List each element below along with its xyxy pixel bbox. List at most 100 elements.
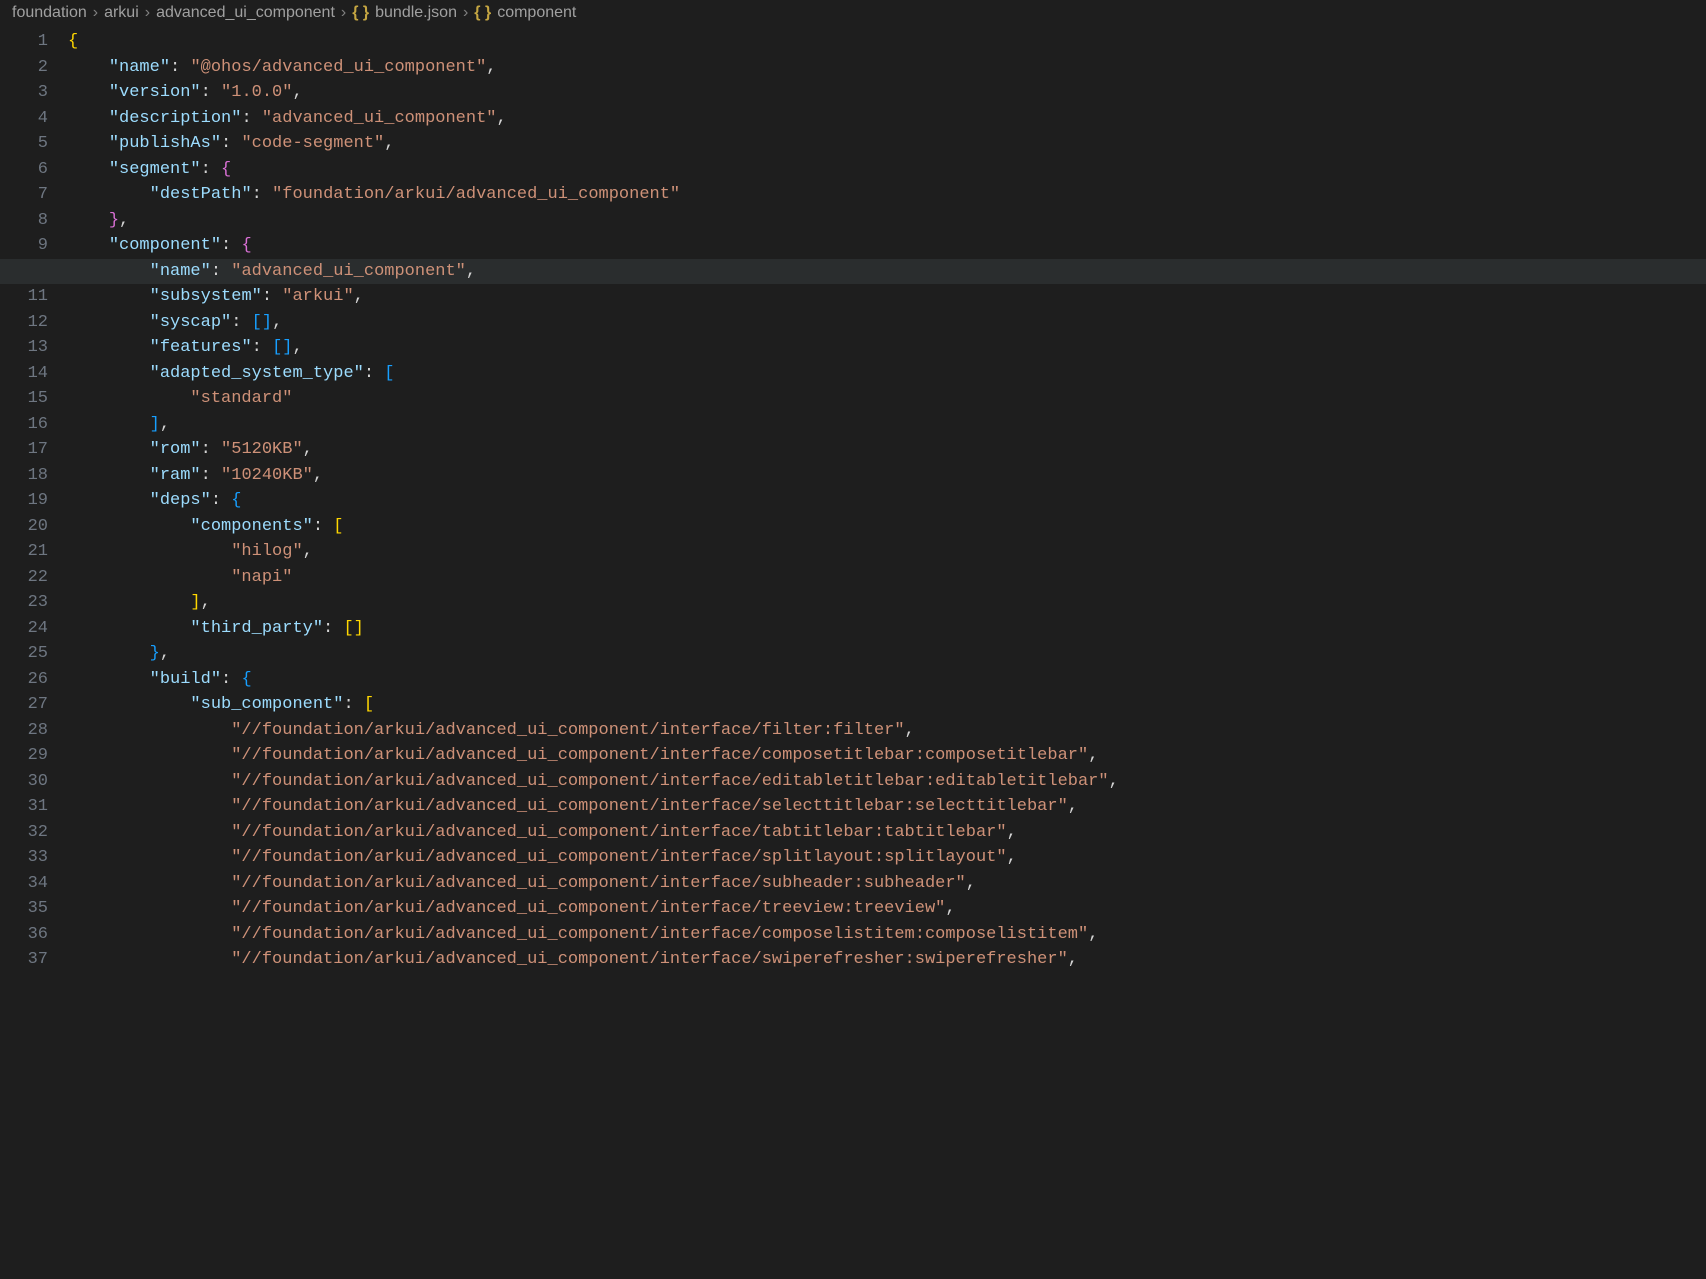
code-line[interactable]: "rom": "5120KB", — [68, 437, 1706, 463]
code-line[interactable]: "//foundation/arkui/advanced_ui_componen… — [68, 769, 1706, 795]
token: , — [1007, 823, 1017, 842]
token: } — [150, 644, 160, 663]
token: "name" — [109, 58, 170, 77]
token: , — [945, 899, 955, 918]
line-number: 3 — [0, 80, 48, 106]
line-gutter: 1234567891011121314151617181920212223242… — [0, 26, 68, 1279]
token: { — [241, 670, 251, 689]
code-line[interactable]: "third_party": [] — [68, 616, 1706, 642]
line-number: 18 — [0, 463, 48, 489]
line-number: 26 — [0, 667, 48, 693]
token: , — [384, 134, 394, 153]
code-line[interactable]: }, — [68, 208, 1706, 234]
token: , — [160, 644, 170, 663]
code-line[interactable]: "ram": "10240KB", — [68, 463, 1706, 489]
token: , — [486, 58, 496, 77]
code-line[interactable]: "//foundation/arkui/advanced_ui_componen… — [68, 820, 1706, 846]
code-line[interactable]: "napi" — [68, 565, 1706, 591]
token: : — [211, 262, 231, 281]
token: "description" — [109, 109, 242, 128]
line-number: 23 — [0, 590, 48, 616]
code-line[interactable]: ], — [68, 590, 1706, 616]
token: "name" — [150, 262, 211, 281]
code-line[interactable]: "//foundation/arkui/advanced_ui_componen… — [68, 922, 1706, 948]
code-line[interactable]: "subsystem": "arkui", — [68, 284, 1706, 310]
code-line[interactable]: "standard" — [68, 386, 1706, 412]
code-area[interactable]: { "name": "@ohos/advanced_ui_component",… — [68, 26, 1706, 1279]
line-number: 1 — [0, 29, 48, 55]
breadcrumb-segment[interactable]: foundation — [12, 4, 87, 22]
token: "//foundation/arkui/advanced_ui_componen… — [231, 823, 1006, 842]
code-line[interactable]: "deps": { — [68, 488, 1706, 514]
token: "arkui" — [282, 287, 353, 306]
token: : — [262, 287, 282, 306]
line-number: 20 — [0, 514, 48, 540]
breadcrumb-symbol[interactable]: component — [497, 4, 576, 22]
token: , — [466, 262, 476, 281]
token: : — [241, 109, 261, 128]
code-line[interactable]: "build": { — [68, 667, 1706, 693]
code-line[interactable]: "//foundation/arkui/advanced_ui_componen… — [68, 743, 1706, 769]
token: "foundation/arkui/advanced_ui_component" — [272, 185, 680, 204]
token: "standard" — [190, 389, 292, 408]
token: "//foundation/arkui/advanced_ui_componen… — [231, 899, 945, 918]
line-number: 4 — [0, 106, 48, 132]
token: , — [201, 593, 211, 612]
line-number: 33 — [0, 845, 48, 871]
breadcrumb-file[interactable]: bundle.json — [375, 4, 457, 22]
token: "//foundation/arkui/advanced_ui_componen… — [231, 746, 1088, 765]
code-line[interactable]: "version": "1.0.0", — [68, 80, 1706, 106]
token: "segment" — [109, 160, 201, 179]
token: ] — [150, 415, 160, 434]
line-number: 32 — [0, 820, 48, 846]
editor[interactable]: 1234567891011121314151617181920212223242… — [0, 26, 1706, 1279]
token: "//foundation/arkui/advanced_ui_componen… — [231, 950, 1068, 969]
code-line[interactable]: "syscap": [], — [68, 310, 1706, 336]
code-line[interactable]: "hilog", — [68, 539, 1706, 565]
code-line[interactable]: "destPath": "foundation/arkui/advanced_u… — [68, 182, 1706, 208]
token: , — [1088, 746, 1098, 765]
code-line[interactable]: "name": "advanced_ui_component", — [68, 259, 1706, 285]
line-number: 27 — [0, 692, 48, 718]
token: , — [496, 109, 506, 128]
token: "features" — [150, 338, 252, 357]
code-line[interactable]: "//foundation/arkui/advanced_ui_componen… — [68, 718, 1706, 744]
breadcrumb[interactable]: foundation › arkui › advanced_ui_compone… — [0, 0, 1706, 26]
code-line[interactable]: "component": { — [68, 233, 1706, 259]
code-line[interactable]: "name": "@ohos/advanced_ui_component", — [68, 55, 1706, 81]
code-line[interactable]: "//foundation/arkui/advanced_ui_componen… — [68, 896, 1706, 922]
code-line[interactable]: ], — [68, 412, 1706, 438]
code-line[interactable]: { — [68, 29, 1706, 55]
token: "deps" — [150, 491, 211, 510]
code-line[interactable]: "publishAs": "code-segment", — [68, 131, 1706, 157]
token: ] — [190, 593, 200, 612]
token: "version" — [109, 83, 201, 102]
code-line[interactable]: "segment": { — [68, 157, 1706, 183]
code-line[interactable]: }, — [68, 641, 1706, 667]
token: : — [252, 185, 272, 204]
line-number: 31 — [0, 794, 48, 820]
code-line[interactable]: "adapted_system_type": [ — [68, 361, 1706, 387]
line-number: 19 — [0, 488, 48, 514]
token: [ — [384, 364, 394, 383]
token: "syscap" — [150, 313, 232, 332]
token: } — [109, 211, 119, 230]
token: "//foundation/arkui/advanced_ui_componen… — [231, 925, 1088, 944]
code-line[interactable]: "components": [ — [68, 514, 1706, 540]
breadcrumb-segment[interactable]: advanced_ui_component — [156, 4, 335, 22]
breadcrumb-segment[interactable]: arkui — [104, 4, 139, 22]
code-line[interactable]: "features": [], — [68, 335, 1706, 361]
token: "code-segment" — [241, 134, 384, 153]
code-line[interactable]: "//foundation/arkui/advanced_ui_componen… — [68, 794, 1706, 820]
code-line[interactable]: "//foundation/arkui/advanced_ui_componen… — [68, 845, 1706, 871]
breadcrumb-separator: › — [145, 4, 150, 22]
code-line[interactable]: "//foundation/arkui/advanced_ui_componen… — [68, 871, 1706, 897]
code-line[interactable]: "sub_component": [ — [68, 692, 1706, 718]
line-number: 25 — [0, 641, 48, 667]
code-line[interactable]: "//foundation/arkui/advanced_ui_componen… — [68, 947, 1706, 973]
token: : — [343, 695, 363, 714]
line-number: 15 — [0, 386, 48, 412]
code-line[interactable]: "description": "advanced_ui_component", — [68, 106, 1706, 132]
token: "rom" — [150, 440, 201, 459]
token: "sub_component" — [190, 695, 343, 714]
